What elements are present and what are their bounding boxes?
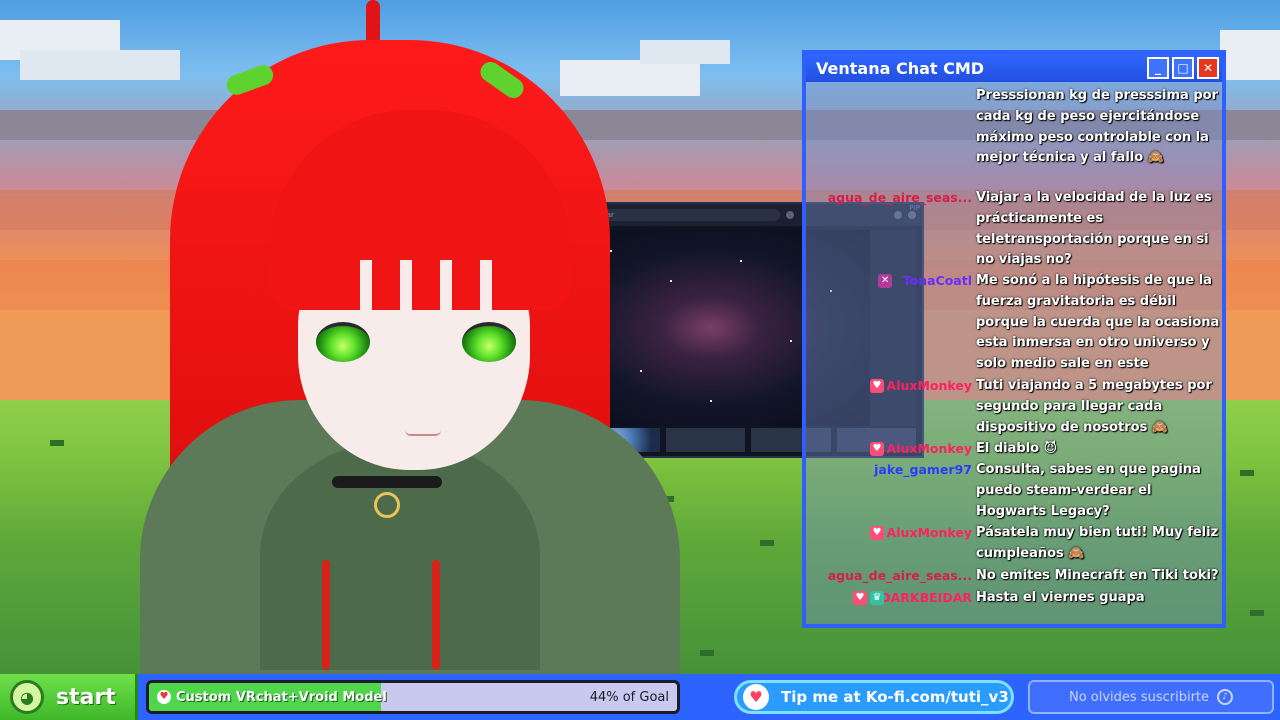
- frog-logo-icon: ◕: [10, 680, 44, 714]
- chat-badges: ✕: [878, 274, 893, 288]
- hoodie-string: [322, 560, 330, 670]
- subscribe-reminder[interactable]: No olvides suscribirte ♪: [1028, 680, 1274, 714]
- chat-messages: Presssionan kg de presssima por cada kg …: [806, 82, 1222, 624]
- chat-badges: ♥ ♛: [853, 591, 884, 605]
- chat-username[interactable]: TonaCoatl: [903, 273, 972, 288]
- grass-tuft: [700, 650, 714, 656]
- bang-gap: [400, 260, 412, 310]
- vtuber-avatar: [60, 0, 680, 700]
- goal-percent: 44% of Goal: [589, 689, 669, 705]
- heart-badge-icon: ♥: [870, 379, 884, 393]
- close-button[interactable]: ✕: [1197, 57, 1219, 79]
- x-badge-icon: ✕: [878, 274, 893, 288]
- heart-badge-icon: ♥: [853, 591, 867, 605]
- left-eye: [316, 322, 370, 362]
- screen-search-icon[interactable]: [786, 211, 794, 219]
- grass-tuft: [760, 540, 774, 546]
- bang-gap: [440, 260, 452, 310]
- kofi-cup-icon: ♥: [743, 684, 769, 710]
- chat-title: Ventana Chat CMD: [816, 58, 985, 78]
- choker: [332, 476, 442, 488]
- grass-tuft: [1250, 610, 1264, 616]
- chat-text: Viajar a la velocidad de la luz es práct…: [976, 190, 1212, 268]
- star: [740, 260, 742, 262]
- start-label: start: [56, 684, 116, 710]
- hoodie-string: [432, 560, 440, 670]
- goal-progress-bar: ♥ Custom VRchat+Vroid Model 44% of Goal: [146, 680, 680, 714]
- cloud: [1220, 30, 1280, 80]
- heart-badge-icon: ♥: [870, 526, 884, 540]
- chat-text: Consulta, sabes en que pagina puedo stea…: [976, 462, 1201, 519]
- hoodie-shade: [260, 440, 540, 670]
- chat-window: Ventana Chat CMD _ □ ✕ Presssionan kg de…: [802, 50, 1226, 628]
- bang-gap: [360, 260, 372, 310]
- chat-username[interactable]: agua_de_aire_seas...: [828, 568, 972, 583]
- star: [790, 340, 792, 342]
- chat-titlebar[interactable]: Ventana Chat CMD _ □ ✕: [806, 54, 1222, 82]
- goal-label-wrap: ♥ Custom VRchat+Vroid Model: [157, 683, 387, 711]
- chat-text: Pásatela muy bien tuti! Muy feliz cumple…: [976, 525, 1219, 561]
- right-eye: [462, 322, 516, 362]
- chat-text: No emites Minecraft en Tiki toki?: [976, 568, 1219, 583]
- mouth: [405, 430, 441, 436]
- goal-label: Custom VRchat+Vroid Model: [176, 689, 387, 705]
- grass-tuft: [1240, 470, 1254, 476]
- bang-gap: [480, 260, 492, 310]
- chat-username[interactable]: AluxMonkey: [887, 525, 972, 540]
- chat-username[interactable]: DARKBEIDAR: [880, 590, 972, 605]
- chat-badges: ♥: [870, 379, 884, 393]
- heart-badge-icon: ♥: [870, 442, 884, 456]
- chat-username[interactable]: AluxMonkey: [887, 441, 972, 456]
- pendant: [374, 492, 400, 518]
- chat-username[interactable]: AluxMonkey: [887, 378, 972, 393]
- minimize-button[interactable]: _: [1147, 57, 1169, 79]
- heart-icon: ♥: [157, 690, 171, 704]
- star: [710, 400, 712, 402]
- kofi-tip-button[interactable]: ♥ Tip me at Ko-fi.com/tuti_v3: [734, 680, 1014, 714]
- chat-text: Tuti viajando a 5 megabytes por segundo …: [976, 378, 1212, 435]
- subscribe-text: No olvides suscribirte: [1068, 689, 1210, 705]
- chat-badges: ♥: [870, 442, 884, 456]
- chat-text: El diablo 😈: [976, 441, 1058, 456]
- chat-badges: ♥: [870, 526, 884, 540]
- maximize-button[interactable]: □: [1172, 57, 1194, 79]
- crown-badge-icon: ♛: [870, 591, 884, 605]
- start-button[interactable]: ◕ start: [0, 674, 138, 720]
- chat-username[interactable]: agua_de_aire_seas...: [828, 190, 972, 205]
- bell-icon: ♪: [1217, 689, 1234, 705]
- chat-username[interactable]: jake_gamer97: [874, 462, 972, 477]
- chat-text: Hasta el viernes guapa: [976, 590, 1145, 605]
- chat-text: Me sonó a la hipótesis de que la fuerza …: [976, 273, 1220, 372]
- kofi-text: Tip me at Ko-fi.com/tuti_v3: [781, 688, 1009, 706]
- chat-text: Presssionan kg de presssima por cada kg …: [976, 88, 1218, 166]
